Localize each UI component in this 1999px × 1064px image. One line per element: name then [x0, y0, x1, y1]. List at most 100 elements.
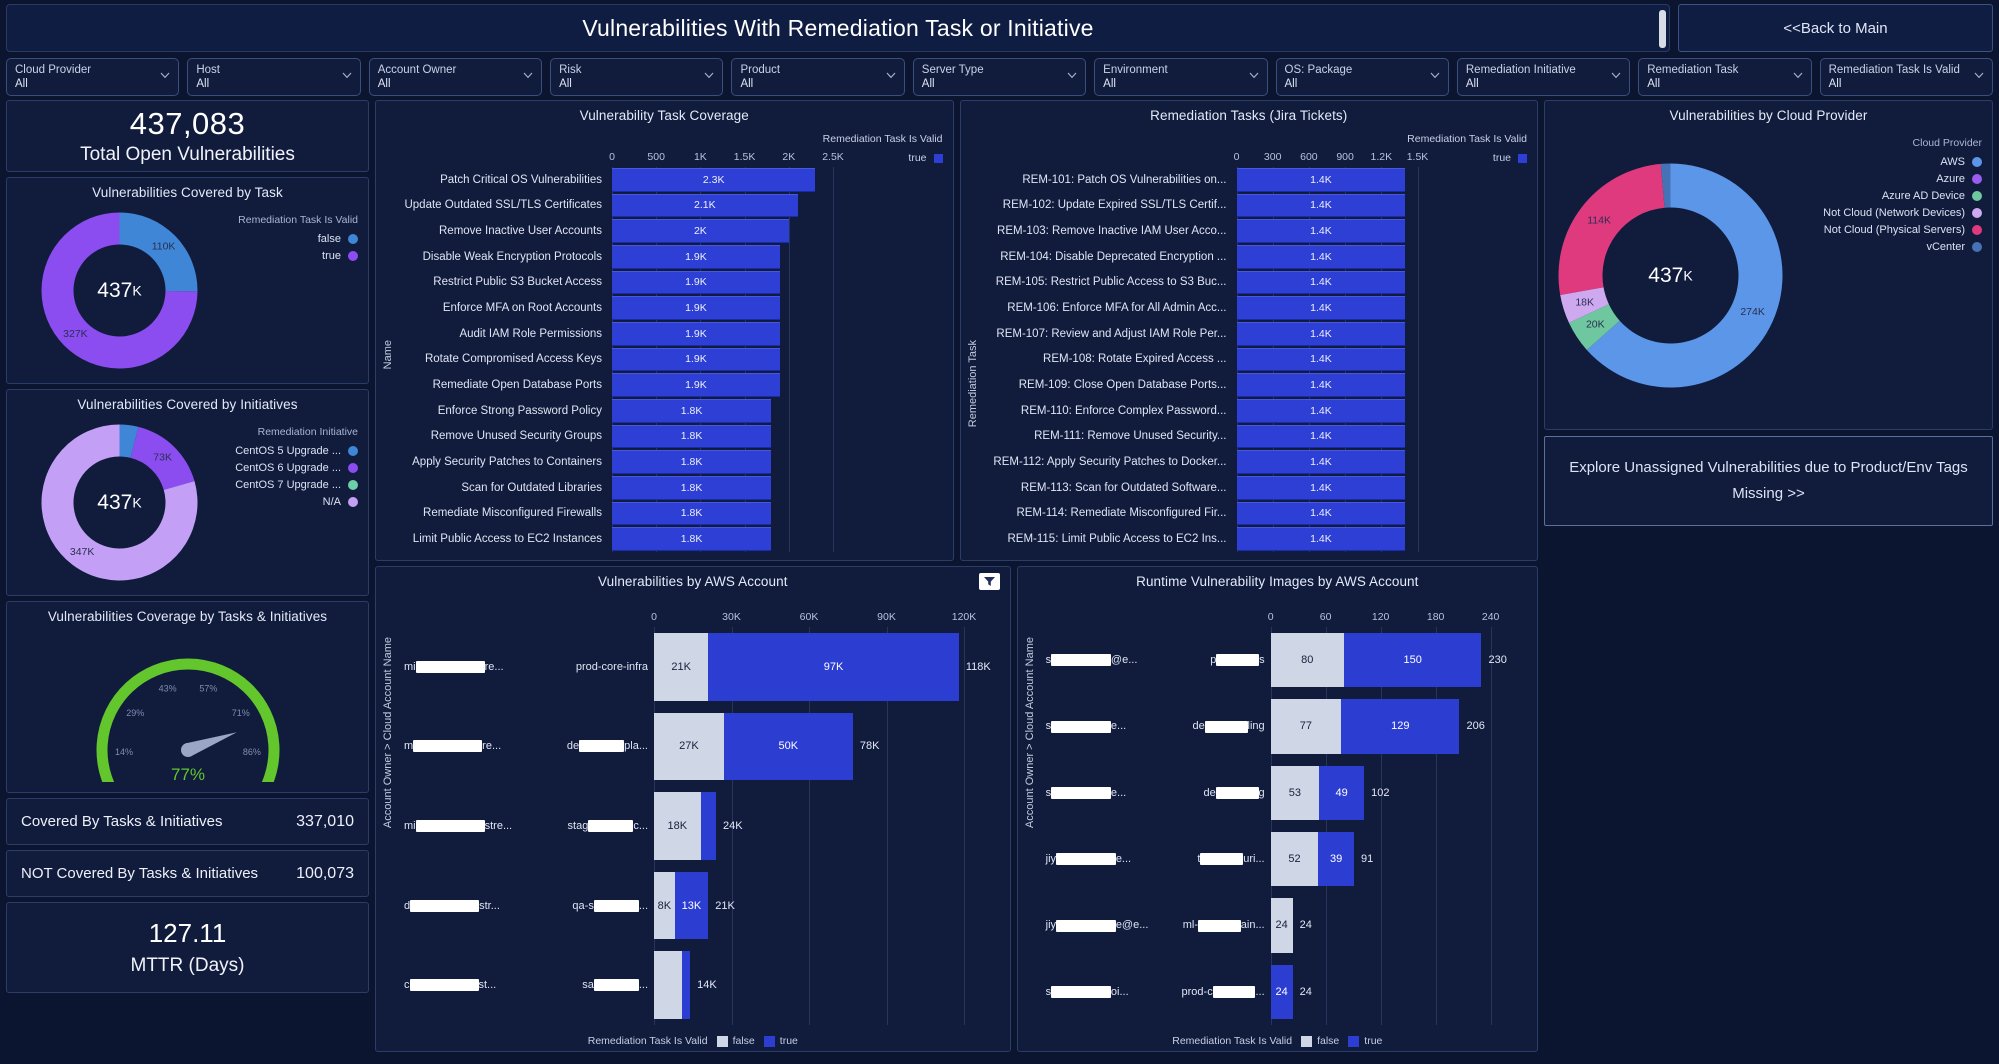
- bar-row[interactable]: Remove Inactive User Accounts 2K: [376, 218, 953, 244]
- legend-item[interactable]: AWS: [1795, 156, 1982, 168]
- stacked-bar-row[interactable]: s e... de ling 77 129 206: [1018, 693, 1537, 759]
- bar-fill[interactable]: 2.1K: [612, 193, 798, 218]
- stacked-bar-row[interactable]: s oi... prod-c... 24 24: [1018, 959, 1537, 1025]
- filter-remediation-task[interactable]: Remediation Task All: [1638, 58, 1812, 96]
- covered-by-initiatives-donut[interactable]: 73K 347K 437K: [7, 412, 232, 593]
- bar-row[interactable]: Restrict Public S3 Bucket Access 1.9K: [376, 270, 953, 296]
- stack-segment-false[interactable]: 77: [1270, 699, 1342, 754]
- bar-row[interactable]: REM-114: Remediate Misconfigured Fir... 1…: [961, 501, 1538, 527]
- bar-fill[interactable]: 1.4K: [1236, 475, 1406, 500]
- bar-row[interactable]: Limit Public Access to EC2 Instances 1.8K: [376, 526, 953, 552]
- stack-segment-false[interactable]: [654, 951, 683, 1019]
- filter-remediation-task-is-valid[interactable]: Remediation Task Is Valid All: [1819, 58, 1993, 96]
- bar-fill[interactable]: 1.4K: [1236, 193, 1406, 218]
- bar-row[interactable]: Disable Weak Encryption Protocols 1.9K: [376, 244, 953, 270]
- stack-segment-false[interactable]: 8K: [654, 871, 675, 940]
- stack-segment-true[interactable]: 50K: [723, 712, 853, 781]
- filter-risk[interactable]: Risk All: [550, 58, 724, 96]
- bar-row[interactable]: Remediate Open Database Ports 1.9K: [376, 372, 953, 398]
- legend-item[interactable]: Not Cloud (Network Devices): [1795, 207, 1982, 219]
- covered-by-task-donut[interactable]: 110K 327K 437K: [7, 200, 232, 381]
- bar-fill[interactable]: 1.4K: [1236, 347, 1406, 372]
- bar-fill[interactable]: 2.3K: [612, 168, 816, 192]
- bar-row[interactable]: REM-112: Apply Security Patches to Docke…: [961, 449, 1538, 475]
- stacked-bar-row[interactable]: s e... de g 53 49 102: [1018, 760, 1537, 826]
- legend-item-false[interactable]: false: [716, 1035, 755, 1047]
- bar-fill[interactable]: 1.8K: [612, 527, 772, 551]
- bar-fill[interactable]: 1.8K: [612, 501, 772, 526]
- legend-item[interactable]: Azure AD Device: [1795, 190, 1982, 202]
- bar-fill[interactable]: 1.9K: [612, 321, 780, 346]
- filter-server-type[interactable]: Server Type All: [912, 58, 1087, 96]
- legend-item[interactable]: CentOS 5 Upgrade ...: [232, 445, 358, 457]
- filter-remediation-initiative[interactable]: Remediation Initiative All: [1456, 58, 1631, 96]
- stack-segment-false[interactable]: 52: [1270, 831, 1319, 887]
- stack-segment-true[interactable]: 129: [1341, 699, 1460, 754]
- stacked-bar-row[interactable]: s @e... p s 80 150 230: [1018, 627, 1537, 693]
- legend-item[interactable]: Azure: [1795, 173, 1982, 185]
- cloud-provider-donut[interactable]: 274K 20K 18K 114K 437K: [1545, 123, 1795, 427]
- bar-row[interactable]: Audit IAM Role Permissions 1.9K: [376, 321, 953, 347]
- legend-item-true[interactable]: true: [1348, 1035, 1382, 1047]
- legend-item[interactable]: CentOS 6 Upgrade ...: [232, 462, 358, 474]
- bar-fill[interactable]: 2K: [612, 219, 789, 243]
- bar-fill[interactable]: 1.4K: [1236, 321, 1406, 346]
- task-coverage-chart[interactable]: Name 0 500 1K 1.5K 2K 2.5K Patch Critical OS Vu…: [376, 123, 953, 560]
- bar-row[interactable]: REM-109: Close Open Database Ports... 1.4…: [961, 372, 1538, 398]
- legend-item[interactable]: N/A: [232, 496, 358, 508]
- bar-fill[interactable]: 1.4K: [1236, 219, 1406, 243]
- bar-row[interactable]: REM-101: Patch OS Vulnerabilities on... 1…: [961, 167, 1538, 193]
- legend-item[interactable]: CentOS 7 Upgrade ...: [232, 479, 358, 491]
- filter-host[interactable]: Host All: [187, 58, 361, 96]
- back-to-main-button[interactable]: <<Back to Main: [1678, 4, 1993, 52]
- filter-os-package[interactable]: OS: Package All: [1275, 58, 1449, 96]
- stack-segment-true[interactable]: [700, 792, 716, 860]
- bar-row[interactable]: REM-102: Update Expired SSL/TLS Certif..…: [961, 193, 1538, 219]
- bar-fill[interactable]: 1.9K: [612, 347, 780, 372]
- bar-row[interactable]: REM-107: Review and Adjust IAM Role Per.…: [961, 321, 1538, 347]
- stack-segment-true[interactable]: 150: [1343, 633, 1482, 688]
- stack-segment-false[interactable]: 21K: [654, 633, 709, 701]
- stack-segment-true[interactable]: 24: [1270, 964, 1293, 1019]
- filter-product[interactable]: Product All: [731, 58, 905, 96]
- stack-segment-true[interactable]: [682, 951, 691, 1019]
- bar-fill[interactable]: 1.9K: [612, 373, 780, 397]
- remediation-tasks-chart[interactable]: Remediation Task 0 300 600 900 1.2K 1.5K REM-10…: [961, 123, 1538, 560]
- bar-row[interactable]: REM-104: Disable Deprecated Encryption .…: [961, 244, 1538, 270]
- bar-row[interactable]: REM-108: Rotate Expired Access ... 1.4K: [961, 347, 1538, 373]
- stack-segment-true[interactable]: 97K: [708, 633, 959, 701]
- filter-cloud-provider[interactable]: Cloud Provider All: [6, 58, 180, 96]
- bar-fill[interactable]: 1.4K: [1236, 296, 1406, 320]
- stack-segment-true[interactable]: 49: [1319, 765, 1365, 820]
- bar-row[interactable]: REM-111: Remove Unused Security... 1.4K: [961, 424, 1538, 450]
- stacked-bar-row[interactable]: d str... qa-s... 8K 13K 21K: [376, 866, 1010, 946]
- stacked-bar-row[interactable]: jiy e@e... ml-ain... 24 24: [1018, 892, 1537, 958]
- stacked-bar-row[interactable]: jiy e... t uri... 52 39 91: [1018, 826, 1537, 892]
- bar-fill[interactable]: 1.8K: [612, 424, 772, 449]
- legend-item[interactable]: vCenter: [1795, 241, 1982, 253]
- bar-fill[interactable]: 1.8K: [612, 398, 772, 423]
- bar-fill[interactable]: 1.8K: [612, 475, 772, 500]
- bar-fill[interactable]: 1.4K: [1236, 373, 1406, 397]
- stack-segment-false[interactable]: 53: [1270, 765, 1320, 820]
- bar-fill[interactable]: 1.4K: [1236, 450, 1406, 474]
- bar-fill[interactable]: 1.9K: [612, 270, 780, 295]
- bar-row[interactable]: Scan for Outdated Libraries 1.8K: [376, 475, 953, 501]
- bar-fill[interactable]: 1.8K: [612, 450, 772, 474]
- title-scrollbar[interactable]: [1659, 10, 1666, 48]
- bar-row[interactable]: REM-110: Enforce Complex Password... 1.4K: [961, 398, 1538, 424]
- bar-row[interactable]: REM-113: Scan for Outdated Software... 1.…: [961, 475, 1538, 501]
- stacked-bar-row[interactable]: mi re... prod-core-infra 21K 97K 118K: [376, 627, 1010, 707]
- bar-row[interactable]: Apply Security Patches to Containers 1.8K: [376, 449, 953, 475]
- bar-fill[interactable]: 1.4K: [1236, 527, 1406, 551]
- stack-segment-true[interactable]: 13K: [674, 871, 709, 940]
- stack-segment-false[interactable]: 80: [1270, 633, 1344, 688]
- filter-environment[interactable]: Environment All: [1094, 58, 1268, 96]
- bar-row[interactable]: REM-106: Enforce MFA for All Admin Acc..…: [961, 295, 1538, 321]
- legend-item[interactable]: false: [232, 233, 358, 245]
- filter-account-owner[interactable]: Account Owner All: [368, 58, 543, 96]
- explore-unassigned-button[interactable]: Explore Unassigned Vulnerabilities due t…: [1544, 436, 1993, 526]
- aws-account-chart[interactable]: Account Owner > Cloud Account Name 0 30K 60…: [376, 589, 1010, 1051]
- bar-fill[interactable]: 1.4K: [1236, 424, 1406, 449]
- bar-row[interactable]: Enforce MFA on Root Accounts 1.9K: [376, 295, 953, 321]
